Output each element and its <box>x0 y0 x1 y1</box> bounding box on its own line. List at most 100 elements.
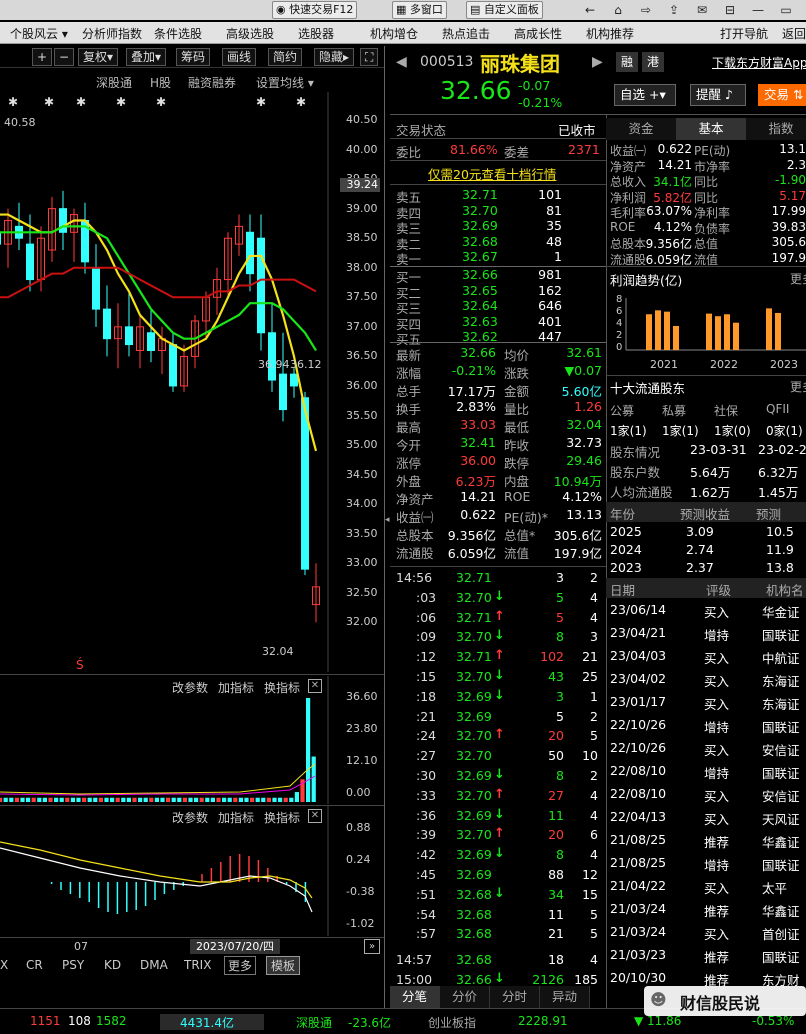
scroll-right-icon[interactable]: » <box>364 939 380 954</box>
status-flat-count: 108 <box>68 1014 91 1028</box>
ratings-cell: 增持 <box>704 766 730 781</box>
buys-volume: 401 <box>538 313 562 329</box>
hide-button[interactable]: 隐藏▸ <box>314 48 355 66</box>
menu-item[interactable]: 返回 <box>782 25 806 42</box>
candle <box>257 214 265 351</box>
forward-icon[interactable]: ⇨ <box>638 2 654 18</box>
weibi-label: 委比 <box>396 145 422 160</box>
tick-list[interactable]: 14:56 32.71 3 2:03 32.70 ↓ 5 4:06 32.71 ↑ 5 4:09 32.… <box>390 569 606 989</box>
indicator-tab[interactable]: DMA <box>140 958 168 972</box>
download-app-link[interactable]: 下载东方财富App <box>712 54 806 71</box>
draw-line-button[interactable]: 画线 <box>222 48 257 66</box>
template-button[interactable]: 模板 <box>266 956 301 975</box>
event-marker-icon: ✱ <box>44 95 54 109</box>
holders-title: 十大流通股东 <box>610 381 686 396</box>
trade-button[interactable]: 交易 ⇅ <box>758 84 806 106</box>
chips-button[interactable]: 筹码 <box>176 48 211 66</box>
volume-bar <box>93 797 98 802</box>
tick-row: :18 32.69 ↓ 3 1 <box>390 688 606 706</box>
profit-more-link[interactable]: 更多 <box>790 270 806 287</box>
menu-item[interactable]: 个股风云 ▾ <box>10 25 68 42</box>
tick-time: 14:57 <box>396 952 433 968</box>
volume-bar <box>65 797 70 802</box>
back-icon[interactable]: ← <box>582 2 598 18</box>
tick-volume: 88 <box>548 867 564 882</box>
tick-count: 2 <box>590 570 598 585</box>
restore-icon[interactable]: ▭ <box>778 2 794 18</box>
indicator-tab[interactable]: PSY <box>62 958 84 972</box>
add-watchlist-button[interactable]: 自选 +▾ <box>614 84 676 106</box>
weibi-value: 81.66% <box>450 142 498 157</box>
holder-row-value: 23-02-2 <box>758 442 806 457</box>
zoom-in-button[interactable]: + <box>32 48 53 66</box>
volume-chart[interactable] <box>0 676 384 804</box>
next-stock-icon[interactable]: ▶ <box>592 54 603 70</box>
custom-panel-button[interactable]: ▤ 自定义面板 <box>466 1 543 19</box>
ratings-cell: 国联证 <box>762 720 800 735</box>
tick-time: :36 <box>416 807 437 823</box>
menu-item[interactable]: 选股器 <box>298 25 334 42</box>
level2-promo-link[interactable]: 仅需20元查看十档行情 <box>428 164 556 183</box>
quote-value: 2.83% <box>456 399 496 414</box>
ratings-cell: 买入 <box>704 674 730 689</box>
restore-right-button[interactable]: 复权▾ <box>78 48 119 66</box>
profit-axis-tick: 4 <box>616 318 622 329</box>
overlay-button[interactable]: 叠加▾ <box>126 48 167 66</box>
fund-value: 2.3 <box>786 157 806 172</box>
tick-price: 32.68 <box>456 926 492 942</box>
tab-tick-1[interactable]: 分价 <box>440 986 490 1008</box>
tab-sgt[interactable]: 深股通 <box>96 74 132 91</box>
indicator-tab[interactable]: KD <box>104 958 121 972</box>
margin-button[interactable]: 融 <box>616 52 638 72</box>
menu-item[interactable]: 热点追击 <box>442 25 490 42</box>
tick-time: 15:00 <box>396 972 433 988</box>
mail-icon[interactable]: ✉ <box>694 2 710 18</box>
tab-right-2[interactable]: 指数 <box>746 118 806 140</box>
indicator-tab[interactable]: CR <box>26 958 43 972</box>
price-axis-tick: 38.00 <box>346 260 378 274</box>
indicator-tab[interactable]: TRIX <box>184 958 211 972</box>
minimize-icon[interactable]: — <box>750 2 766 18</box>
tab-tick-3[interactable]: 异动 <box>540 986 590 1008</box>
fund-label: 净利润 <box>610 190 647 205</box>
fullscreen-icon[interactable]: ⛶ <box>360 48 379 66</box>
tab-margin[interactable]: 融资融券 <box>188 74 236 91</box>
prev-stock-icon[interactable]: ◀ <box>396 54 407 70</box>
menu-item[interactable]: 打开导航 <box>720 25 768 42</box>
price-chart[interactable]: ✱ ✱ ✱ ✱ ✱ ✱ ✱ <box>0 92 384 672</box>
lock-icon[interactable]: ⊟ <box>722 2 738 18</box>
tab-right-1[interactable]: 基本 <box>676 118 746 140</box>
tab-h[interactable]: H股 <box>150 74 171 91</box>
alert-button[interactable]: 提醒 ♪ <box>690 84 746 106</box>
menu-item[interactable]: 机构推荐 <box>586 25 634 42</box>
tick-volume: 20 <box>548 728 564 744</box>
menu-item[interactable]: 机构增仓 <box>370 25 418 42</box>
home-icon[interactable]: ⌂ <box>610 2 626 18</box>
zoom-out-button[interactable]: − <box>54 48 75 66</box>
menu-item[interactable]: 高成长性 <box>514 25 562 42</box>
more-indicators-button[interactable]: 更多 <box>224 956 257 975</box>
menu-item[interactable]: 条件选股 <box>154 25 202 42</box>
menu-item[interactable]: 高级选股 <box>226 25 274 42</box>
tab-right-0[interactable]: 资金 <box>606 118 676 140</box>
share-icon[interactable]: ⇪ <box>666 2 682 18</box>
menu-item[interactable]: 分析师指数 <box>82 25 142 42</box>
hk-button[interactable]: 港 <box>642 52 664 72</box>
forecast-col-label: 预测收益 <box>680 507 731 522</box>
tab-ma-settings[interactable]: 设置均线 ▾ <box>256 74 314 91</box>
macd-chart[interactable] <box>0 806 384 936</box>
candlestick-svg[interactable]: ✱ ✱ ✱ ✱ ✱ ✱ ✱ <box>0 92 384 672</box>
sells-row[interactable]: 卖一 32.67 1 <box>390 248 606 267</box>
ratings-cell: 推荐 <box>704 904 730 919</box>
tab-tick-2[interactable]: 分时 <box>490 986 540 1008</box>
holders-more-link[interactable]: 更多 <box>790 378 806 395</box>
ratings-col-label: 日期 <box>610 583 636 598</box>
multi-window-button[interactable]: ▦ 多窗口 <box>392 1 447 19</box>
indicator-tab[interactable]: X <box>0 958 8 972</box>
simple-button[interactable]: 简约 <box>268 48 303 66</box>
tab-tick-0[interactable]: 分笔 <box>390 986 440 1008</box>
tick-time: :42 <box>416 847 437 863</box>
quick-trade-button[interactable]: ◉ 快速交易F12 <box>272 1 358 19</box>
quote-value: 32.73 <box>566 435 602 450</box>
tick-price: 32.68 <box>456 906 492 922</box>
